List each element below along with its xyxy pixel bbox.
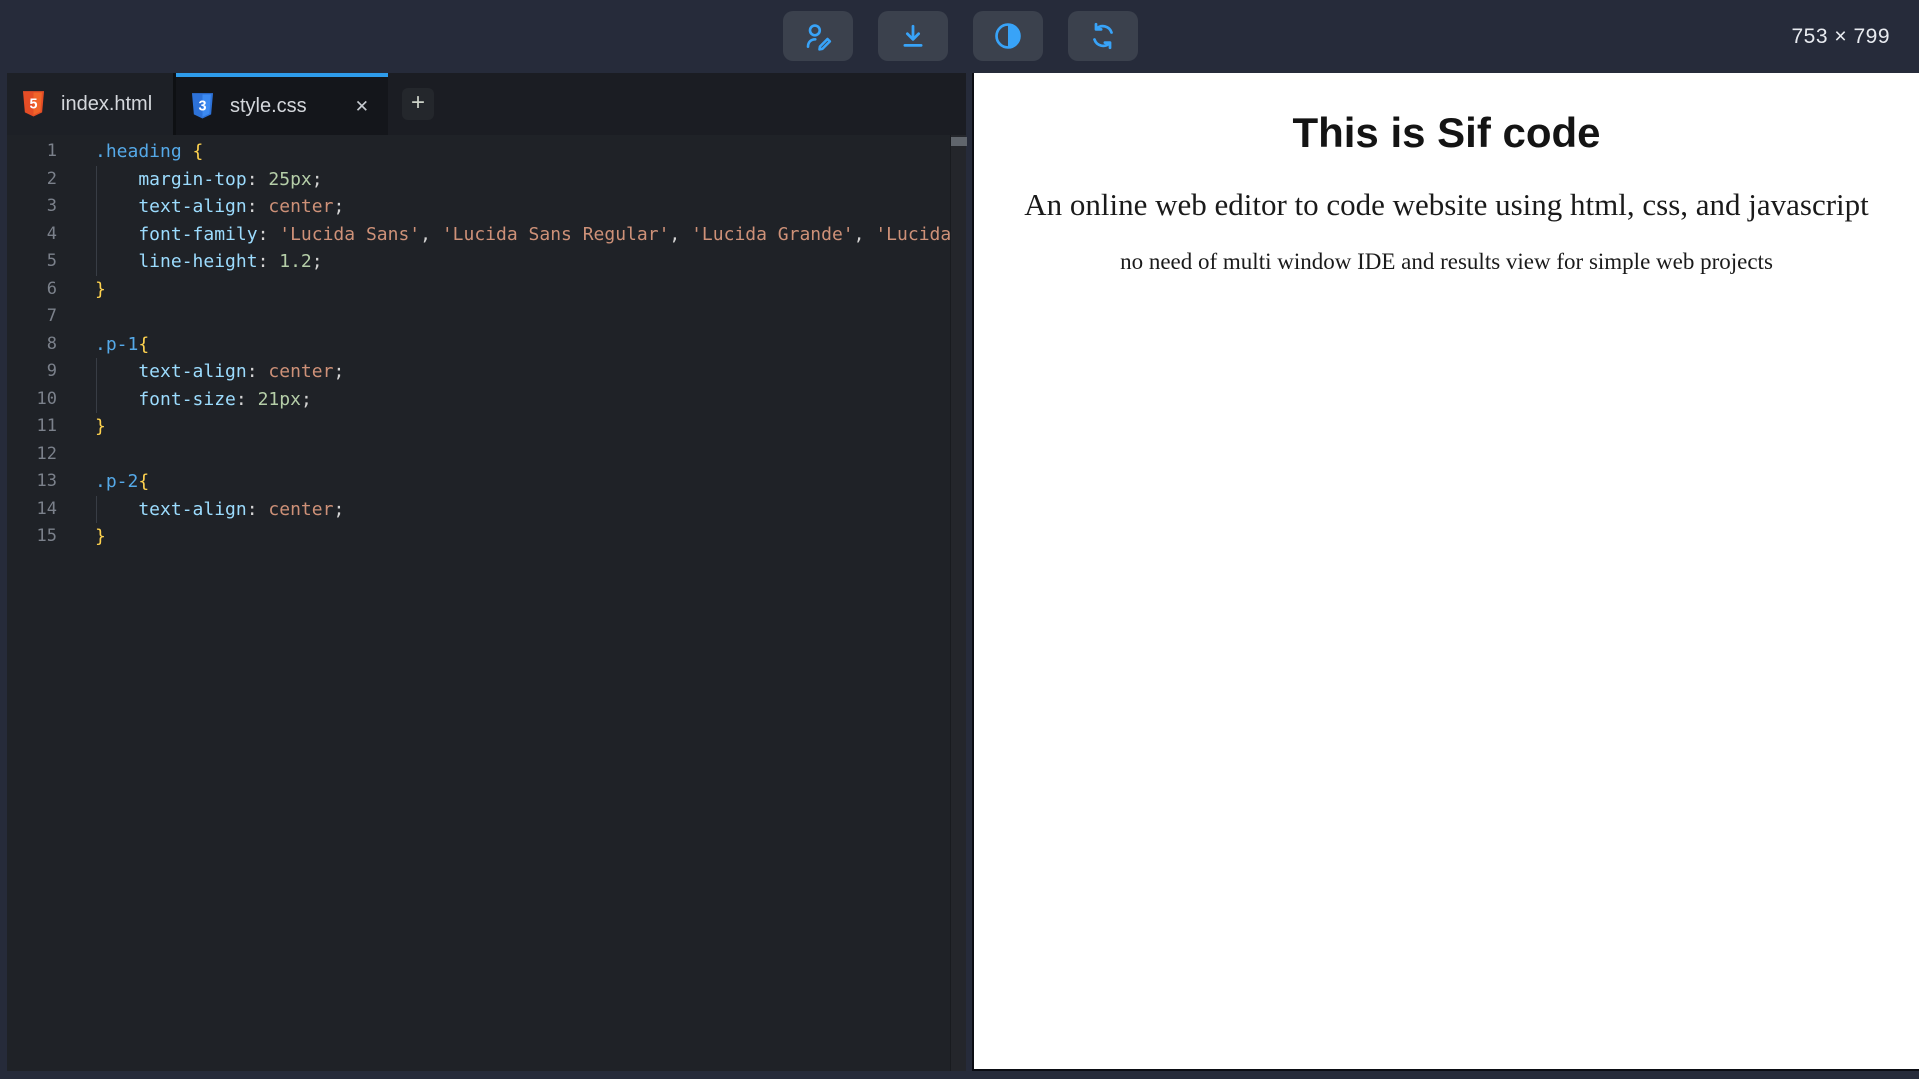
- topbar-buttons: [783, 11, 1138, 61]
- code-text: margin-top: 25px;: [95, 165, 323, 193]
- tab-index-html[interactable]: 5 index.html: [7, 73, 176, 135]
- refresh-button[interactable]: [1068, 11, 1138, 61]
- download-icon: [898, 21, 928, 51]
- code-line[interactable]: 3 text-align: center;: [7, 193, 950, 221]
- indent-guide: [96, 385, 97, 413]
- code-line[interactable]: 7: [7, 303, 950, 331]
- tab-style-css[interactable]: 3 style.css ✕: [176, 73, 388, 135]
- code-text: text-align: center;: [95, 358, 344, 386]
- line-number: 1: [46, 141, 57, 161]
- indent-guide: [96, 358, 97, 386]
- user-edit-button[interactable]: [783, 11, 853, 61]
- code-text: text-align: center;: [95, 193, 344, 221]
- code-text: line-height: 1.2;: [95, 248, 323, 276]
- code-text: .p-1{: [95, 333, 150, 355]
- code-text: font-family: 'Lucida Sans', 'Lucida Sans…: [95, 220, 950, 248]
- code-text: font-size: 21px;: [95, 385, 312, 413]
- code-line[interactable]: 15}: [7, 523, 950, 551]
- close-tab-icon[interactable]: ✕: [352, 95, 372, 118]
- line-number: 12: [36, 443, 57, 464]
- main-area: 5 index.html 3 style.css ✕ + 1 .heading …: [0, 73, 1919, 1071]
- preview-dimensions-label: 753 × 799: [1791, 24, 1890, 48]
- editor-pane: 5 index.html 3 style.css ✕ + 1 .heading …: [0, 73, 967, 1071]
- contrast-icon: [992, 20, 1024, 52]
- svg-text:5: 5: [30, 96, 38, 112]
- code-text: }: [95, 416, 106, 437]
- editor-row: 1 .heading {2 margin-top: 25px; 3 text-ali…: [7, 135, 967, 1071]
- code-line[interactable]: 2 margin-top: 25px;: [7, 165, 950, 193]
- html5-icon: 5: [22, 91, 45, 117]
- code-line[interactable]: 1 .heading {: [7, 138, 950, 166]
- svg-text:3: 3: [199, 98, 207, 114]
- code-line[interactable]: 4 font-family: 'Lucida Sans', 'Lucida Sa…: [7, 220, 950, 248]
- indent-guide: [96, 220, 97, 248]
- preview-heading: This is Sif code: [1292, 109, 1601, 156]
- tab-bar: 5 index.html 3 style.css ✕ +: [7, 73, 966, 135]
- line-number: 5: [46, 251, 57, 271]
- code-line[interactable]: 12: [7, 441, 950, 469]
- new-tab-button[interactable]: +: [402, 88, 434, 120]
- app-window: 753 × 799 5 index.html 3 style.css ✕ + 1…: [0, 0, 1919, 1079]
- line-number: 3: [46, 196, 57, 216]
- bottom-strip: [0, 1071, 1919, 1079]
- code-line[interactable]: 10 font-size: 21px;: [7, 385, 950, 413]
- user-edit-icon: [803, 21, 833, 51]
- preview-paragraph-1: An online web editor to code website usi…: [1024, 187, 1869, 222]
- indent-guide: [96, 495, 97, 523]
- theme-contrast-button[interactable]: [973, 11, 1043, 61]
- code-line[interactable]: 8 .p-1{: [7, 331, 950, 359]
- code-line[interactable]: 9 text-align: center;: [7, 358, 950, 386]
- editor-lines: 1 .heading {2 margin-top: 25px; 3 text-ali…: [7, 138, 950, 551]
- indent-guide: [96, 248, 97, 276]
- code-text: .p-2{: [95, 471, 150, 492]
- code-line[interactable]: 5 line-height: 1.2;: [7, 248, 950, 276]
- line-number: 4: [46, 223, 57, 244]
- tab-label: index.html: [61, 92, 153, 115]
- code-line[interactable]: 14 text-align: center;: [7, 495, 950, 523]
- indent-guide: [96, 165, 97, 193]
- download-button[interactable]: [878, 11, 948, 61]
- css3-icon: 3: [191, 93, 214, 119]
- topbar: 753 × 799: [0, 0, 1919, 73]
- tab-label: style.css: [230, 94, 307, 117]
- code-text: .heading {: [95, 141, 204, 162]
- refresh-icon: [1088, 21, 1118, 51]
- code-line[interactable]: 6}: [7, 276, 950, 304]
- code-editor[interactable]: 1 .heading {2 margin-top: 25px; 3 text-ali…: [7, 135, 950, 1071]
- preview-paragraph-2: no need of multi window IDE and results …: [1120, 249, 1773, 274]
- line-number: 13: [36, 471, 57, 491]
- line-number: 11: [36, 416, 57, 436]
- line-number: 2: [46, 168, 57, 189]
- editor-scrollbar[interactable]: [950, 135, 967, 1071]
- line-number: 9: [46, 361, 57, 381]
- line-number: 7: [46, 306, 57, 326]
- code-text: }: [95, 278, 106, 300]
- code-text: }: [95, 526, 106, 547]
- line-number: 10: [36, 388, 57, 409]
- line-number: 15: [36, 526, 57, 546]
- scrollbar-marker[interactable]: [951, 137, 967, 146]
- code-line[interactable]: 13 .p-2{: [7, 468, 950, 496]
- code-line[interactable]: 11}: [7, 413, 950, 441]
- preview-pane: This is Sif code An online web editor to…: [972, 73, 1919, 1071]
- indent-guide: [96, 193, 97, 221]
- line-number: 14: [36, 498, 57, 519]
- line-number: 8: [46, 333, 57, 354]
- code-text: text-align: center;: [95, 495, 344, 523]
- line-number: 6: [46, 278, 57, 299]
